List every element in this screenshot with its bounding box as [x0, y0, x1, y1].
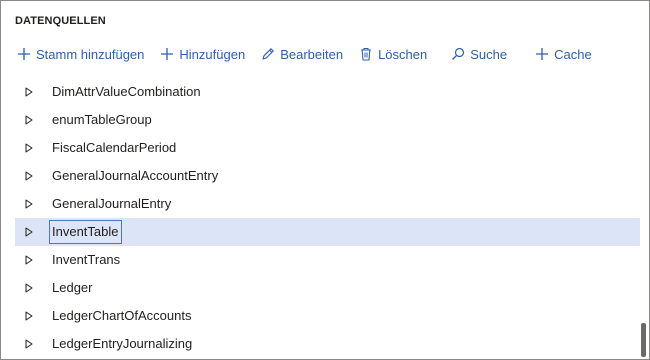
tree-item-label: enumTableGroup [52, 112, 152, 127]
plus-icon [533, 45, 551, 63]
expand-caret-icon[interactable] [23, 282, 35, 294]
expand-caret-icon[interactable] [23, 198, 35, 210]
delete-label: Löschen [378, 46, 428, 62]
search-button[interactable]: Suche [449, 43, 507, 65]
add-label: Hinzufügen [179, 46, 246, 62]
tree-item-label: LedgerEntryJournalizing [52, 336, 193, 351]
edit-button[interactable]: Bearbeiten [259, 43, 343, 65]
expand-caret-icon[interactable] [23, 114, 35, 126]
expand-caret-icon[interactable] [23, 170, 35, 182]
tree-item-label: DimAttrValueCombination [52, 84, 201, 99]
tree-item-ledger[interactable]: Ledger [15, 274, 640, 302]
tree-item-inventtable[interactable]: InventTable [15, 218, 640, 246]
tree-item-ledgerentryjournalizing[interactable]: LedgerEntryJournalizing [15, 330, 640, 358]
search-icon [449, 45, 467, 63]
cache-label: Cache [554, 46, 592, 62]
tree-item-label: InventTable [49, 220, 122, 244]
tree-item-label: Ledger [52, 280, 93, 295]
toolbar: Stamm hinzufügen Hinzufügen Bearbeiten L… [15, 43, 606, 65]
cache-button[interactable]: Cache [533, 43, 592, 65]
tree-item-ledgerchartofaccounts[interactable]: LedgerChartOfAccounts [15, 302, 640, 330]
data-sources-panel: DATENQUELLEN Stamm hinzufügen Hinzufügen… [0, 0, 650, 360]
tree-item-generaljournalaccountentry[interactable]: GeneralJournalAccountEntry [15, 162, 640, 190]
tree-item-fiscalcalendarperiod[interactable]: FiscalCalendarPeriod [15, 134, 640, 162]
expand-caret-icon[interactable] [23, 338, 35, 350]
data-source-tree: DimAttrValueCombination enumTableGroup F… [15, 78, 640, 358]
vertical-scrollbar[interactable] [641, 323, 646, 357]
search-label: Suche [470, 46, 508, 62]
add-button[interactable]: Hinzufügen [158, 43, 245, 65]
tree-item-inventtrans[interactable]: InventTrans [15, 246, 640, 274]
expand-caret-icon[interactable] [23, 86, 35, 98]
pencil-icon [259, 45, 277, 63]
plus-icon [158, 45, 176, 63]
tree-item-dimattrvaluecombination[interactable]: DimAttrValueCombination [15, 78, 640, 106]
add-root-label: Stamm hinzufügen [36, 46, 145, 62]
tree-item-enumtablegroup[interactable]: enumTableGroup [15, 106, 640, 134]
expand-caret-icon[interactable] [23, 226, 35, 238]
section-title: DATENQUELLEN [15, 15, 106, 27]
plus-icon [15, 45, 33, 63]
expand-caret-icon[interactable] [23, 142, 35, 154]
tree-item-label: LedgerChartOfAccounts [52, 308, 192, 323]
tree-item-label: FiscalCalendarPeriod [52, 140, 177, 155]
tree-item-generaljournalentry[interactable]: GeneralJournalEntry [15, 190, 640, 218]
edit-label: Bearbeiten [280, 46, 344, 62]
tree-item-label: GeneralJournalEntry [52, 196, 172, 211]
tree-item-label: InventTrans [52, 252, 121, 267]
tree-item-label: GeneralJournalAccountEntry [52, 168, 219, 183]
delete-button[interactable]: Löschen [357, 43, 427, 65]
add-root-button[interactable]: Stamm hinzufügen [15, 43, 144, 65]
trash-icon [357, 45, 375, 63]
expand-caret-icon[interactable] [23, 310, 35, 322]
expand-caret-icon[interactable] [23, 254, 35, 266]
